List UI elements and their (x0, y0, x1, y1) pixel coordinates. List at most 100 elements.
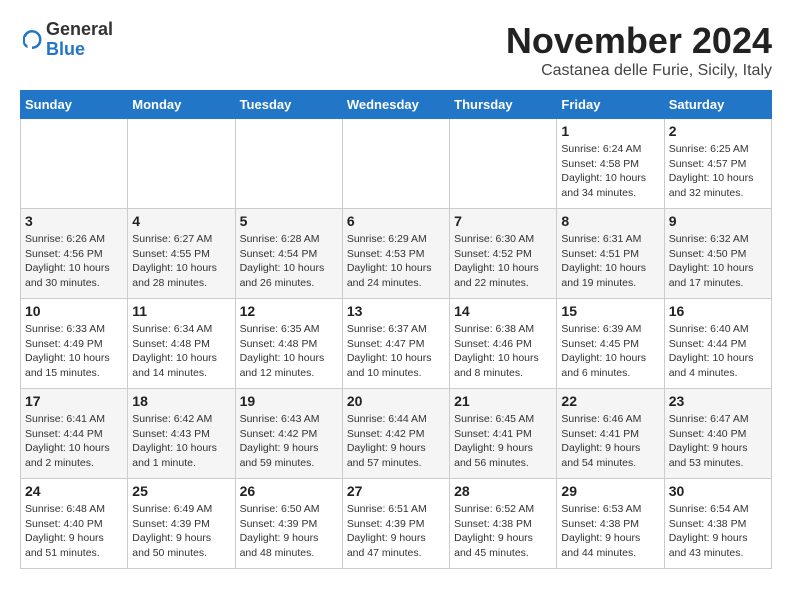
calendar-cell: 10 Sunrise: 6:33 AM Sunset: 4:49 PM Dayli… (21, 299, 128, 389)
calendar-table: SundayMondayTuesdayWednesdayThursdayFrid… (20, 90, 772, 569)
day-info: Sunrise: 6:32 AM Sunset: 4:50 PM Dayligh… (669, 232, 767, 291)
weekday-header-row: SundayMondayTuesdayWednesdayThursdayFrid… (21, 91, 772, 119)
calendar-cell: 22 Sunrise: 6:46 AM Sunset: 4:41 PM Dayli… (557, 389, 664, 479)
day-number: 24 (25, 483, 123, 499)
day-number: 14 (454, 303, 552, 319)
calendar-cell: 16 Sunrise: 6:40 AM Sunset: 4:44 PM Dayli… (664, 299, 771, 389)
calendar-cell: 15Sunrise: 6:39 AM Sunset: 4:45 PM Dayli… (557, 299, 664, 389)
day-info: Sunrise: 6:38 AM Sunset: 4:46 PM Dayligh… (454, 322, 552, 381)
calendar-cell: 24 Sunrise: 6:48 AM Sunset: 4:40 PM Dayli… (21, 479, 128, 569)
day-number: 5 (240, 213, 338, 229)
calendar-body: 1Sunrise: 6:24 AM Sunset: 4:58 PM Daylig… (21, 119, 772, 569)
day-info: Sunrise: 6:28 AM Sunset: 4:54 PM Dayligh… (240, 232, 338, 291)
calendar-cell: 26Sunrise: 6:50 AM Sunset: 4:39 PM Dayli… (235, 479, 342, 569)
day-number: 30 (669, 483, 767, 499)
weekday-header-friday: Friday (557, 91, 664, 119)
calendar-cell: 18 Sunrise: 6:42 AM Sunset: 4:43 PM Dayli… (128, 389, 235, 479)
calendar-cell: 21Sunrise: 6:45 AM Sunset: 4:41 PM Dayli… (450, 389, 557, 479)
calendar-week-5: 24 Sunrise: 6:48 AM Sunset: 4:40 PM Dayli… (21, 479, 772, 569)
day-number: 1 (561, 123, 659, 139)
calendar-cell (450, 119, 557, 209)
day-info: Sunrise: 6:48 AM Sunset: 4:40 PM Dayligh… (25, 502, 123, 561)
day-info: Sunrise: 6:33 AM Sunset: 4:49 PM Dayligh… (25, 322, 123, 381)
day-number: 9 (669, 213, 767, 229)
day-number: 11 (132, 303, 230, 319)
calendar-cell: 3 Sunrise: 6:26 AM Sunset: 4:56 PM Daylig… (21, 209, 128, 299)
calendar-week-1: 1Sunrise: 6:24 AM Sunset: 4:58 PM Daylig… (21, 119, 772, 209)
weekday-header-monday: Monday (128, 91, 235, 119)
calendar-cell: 28Sunrise: 6:52 AM Sunset: 4:38 PM Dayli… (450, 479, 557, 569)
day-info: Sunrise: 6:53 AM Sunset: 4:38 PM Dayligh… (561, 502, 659, 561)
calendar-cell: 17Sunrise: 6:41 AM Sunset: 4:44 PM Dayli… (21, 389, 128, 479)
calendar-cell: 5 Sunrise: 6:28 AM Sunset: 4:54 PM Daylig… (235, 209, 342, 299)
calendar-cell (21, 119, 128, 209)
logo: General Blue (20, 20, 113, 60)
page-header: General Blue November 2024 Castanea dell… (20, 20, 772, 80)
calendar-cell: 13Sunrise: 6:37 AM Sunset: 4:47 PM Dayli… (342, 299, 449, 389)
calendar-cell: 1Sunrise: 6:24 AM Sunset: 4:58 PM Daylig… (557, 119, 664, 209)
day-number: 19 (240, 393, 338, 409)
day-number: 6 (347, 213, 445, 229)
calendar-cell (342, 119, 449, 209)
day-number: 2 (669, 123, 767, 139)
day-info: Sunrise: 6:41 AM Sunset: 4:44 PM Dayligh… (25, 412, 123, 471)
day-info: Sunrise: 6:45 AM Sunset: 4:41 PM Dayligh… (454, 412, 552, 471)
day-info: Sunrise: 6:40 AM Sunset: 4:44 PM Dayligh… (669, 322, 767, 381)
day-info: Sunrise: 6:30 AM Sunset: 4:52 PM Dayligh… (454, 232, 552, 291)
calendar-cell (128, 119, 235, 209)
weekday-header-sunday: Sunday (21, 91, 128, 119)
calendar-header: SundayMondayTuesdayWednesdayThursdayFrid… (21, 91, 772, 119)
day-number: 15 (561, 303, 659, 319)
month-title: November 2024 (506, 20, 772, 62)
day-number: 29 (561, 483, 659, 499)
calendar-cell: 29 Sunrise: 6:53 AM Sunset: 4:38 PM Dayli… (557, 479, 664, 569)
calendar-cell: 25 Sunrise: 6:49 AM Sunset: 4:39 PM Dayli… (128, 479, 235, 569)
calendar-cell: 14 Sunrise: 6:38 AM Sunset: 4:46 PM Dayli… (450, 299, 557, 389)
day-number: 28 (454, 483, 552, 499)
day-info: Sunrise: 6:34 AM Sunset: 4:48 PM Dayligh… (132, 322, 230, 381)
day-info: Sunrise: 6:49 AM Sunset: 4:39 PM Dayligh… (132, 502, 230, 561)
day-info: Sunrise: 6:25 AM Sunset: 4:57 PM Dayligh… (669, 142, 767, 201)
logo-icon (20, 28, 44, 52)
day-number: 18 (132, 393, 230, 409)
weekday-header-thursday: Thursday (450, 91, 557, 119)
calendar-cell: 9 Sunrise: 6:32 AM Sunset: 4:50 PM Daylig… (664, 209, 771, 299)
calendar-cell: 2 Sunrise: 6:25 AM Sunset: 4:57 PM Daylig… (664, 119, 771, 209)
calendar-cell: 12Sunrise: 6:35 AM Sunset: 4:48 PM Dayli… (235, 299, 342, 389)
weekday-header-wednesday: Wednesday (342, 91, 449, 119)
day-number: 16 (669, 303, 767, 319)
day-number: 7 (454, 213, 552, 229)
day-info: Sunrise: 6:51 AM Sunset: 4:39 PM Dayligh… (347, 502, 445, 561)
day-info: Sunrise: 6:46 AM Sunset: 4:41 PM Dayligh… (561, 412, 659, 471)
calendar-cell (235, 119, 342, 209)
day-info: Sunrise: 6:42 AM Sunset: 4:43 PM Dayligh… (132, 412, 230, 471)
location-subtitle: Castanea delle Furie, Sicily, Italy (506, 62, 772, 80)
calendar-cell: 11 Sunrise: 6:34 AM Sunset: 4:48 PM Dayli… (128, 299, 235, 389)
day-number: 22 (561, 393, 659, 409)
calendar-cell: 6 Sunrise: 6:29 AM Sunset: 4:53 PM Daylig… (342, 209, 449, 299)
calendar-cell: 20Sunrise: 6:44 AM Sunset: 4:42 PM Dayli… (342, 389, 449, 479)
title-block: November 2024 Castanea delle Furie, Sici… (506, 20, 772, 80)
day-number: 10 (25, 303, 123, 319)
day-number: 12 (240, 303, 338, 319)
calendar-cell: 7 Sunrise: 6:30 AM Sunset: 4:52 PM Daylig… (450, 209, 557, 299)
day-info: Sunrise: 6:43 AM Sunset: 4:42 PM Dayligh… (240, 412, 338, 471)
day-number: 3 (25, 213, 123, 229)
day-number: 25 (132, 483, 230, 499)
calendar-cell: 23Sunrise: 6:47 AM Sunset: 4:40 PM Dayli… (664, 389, 771, 479)
day-number: 23 (669, 393, 767, 409)
day-number: 4 (132, 213, 230, 229)
day-number: 26 (240, 483, 338, 499)
calendar-cell: 19 Sunrise: 6:43 AM Sunset: 4:42 PM Dayli… (235, 389, 342, 479)
day-info: Sunrise: 6:26 AM Sunset: 4:56 PM Dayligh… (25, 232, 123, 291)
calendar-week-2: 3 Sunrise: 6:26 AM Sunset: 4:56 PM Daylig… (21, 209, 772, 299)
logo-blue-text: Blue (46, 39, 85, 59)
day-info: Sunrise: 6:27 AM Sunset: 4:55 PM Dayligh… (132, 232, 230, 291)
day-info: Sunrise: 6:29 AM Sunset: 4:53 PM Dayligh… (347, 232, 445, 291)
day-info: Sunrise: 6:31 AM Sunset: 4:51 PM Dayligh… (561, 232, 659, 291)
logo-general-text: General (46, 19, 113, 39)
day-info: Sunrise: 6:44 AM Sunset: 4:42 PM Dayligh… (347, 412, 445, 471)
calendar-cell: 30Sunrise: 6:54 AM Sunset: 4:38 PM Dayli… (664, 479, 771, 569)
day-number: 27 (347, 483, 445, 499)
calendar-cell: 4 Sunrise: 6:27 AM Sunset: 4:55 PM Daylig… (128, 209, 235, 299)
